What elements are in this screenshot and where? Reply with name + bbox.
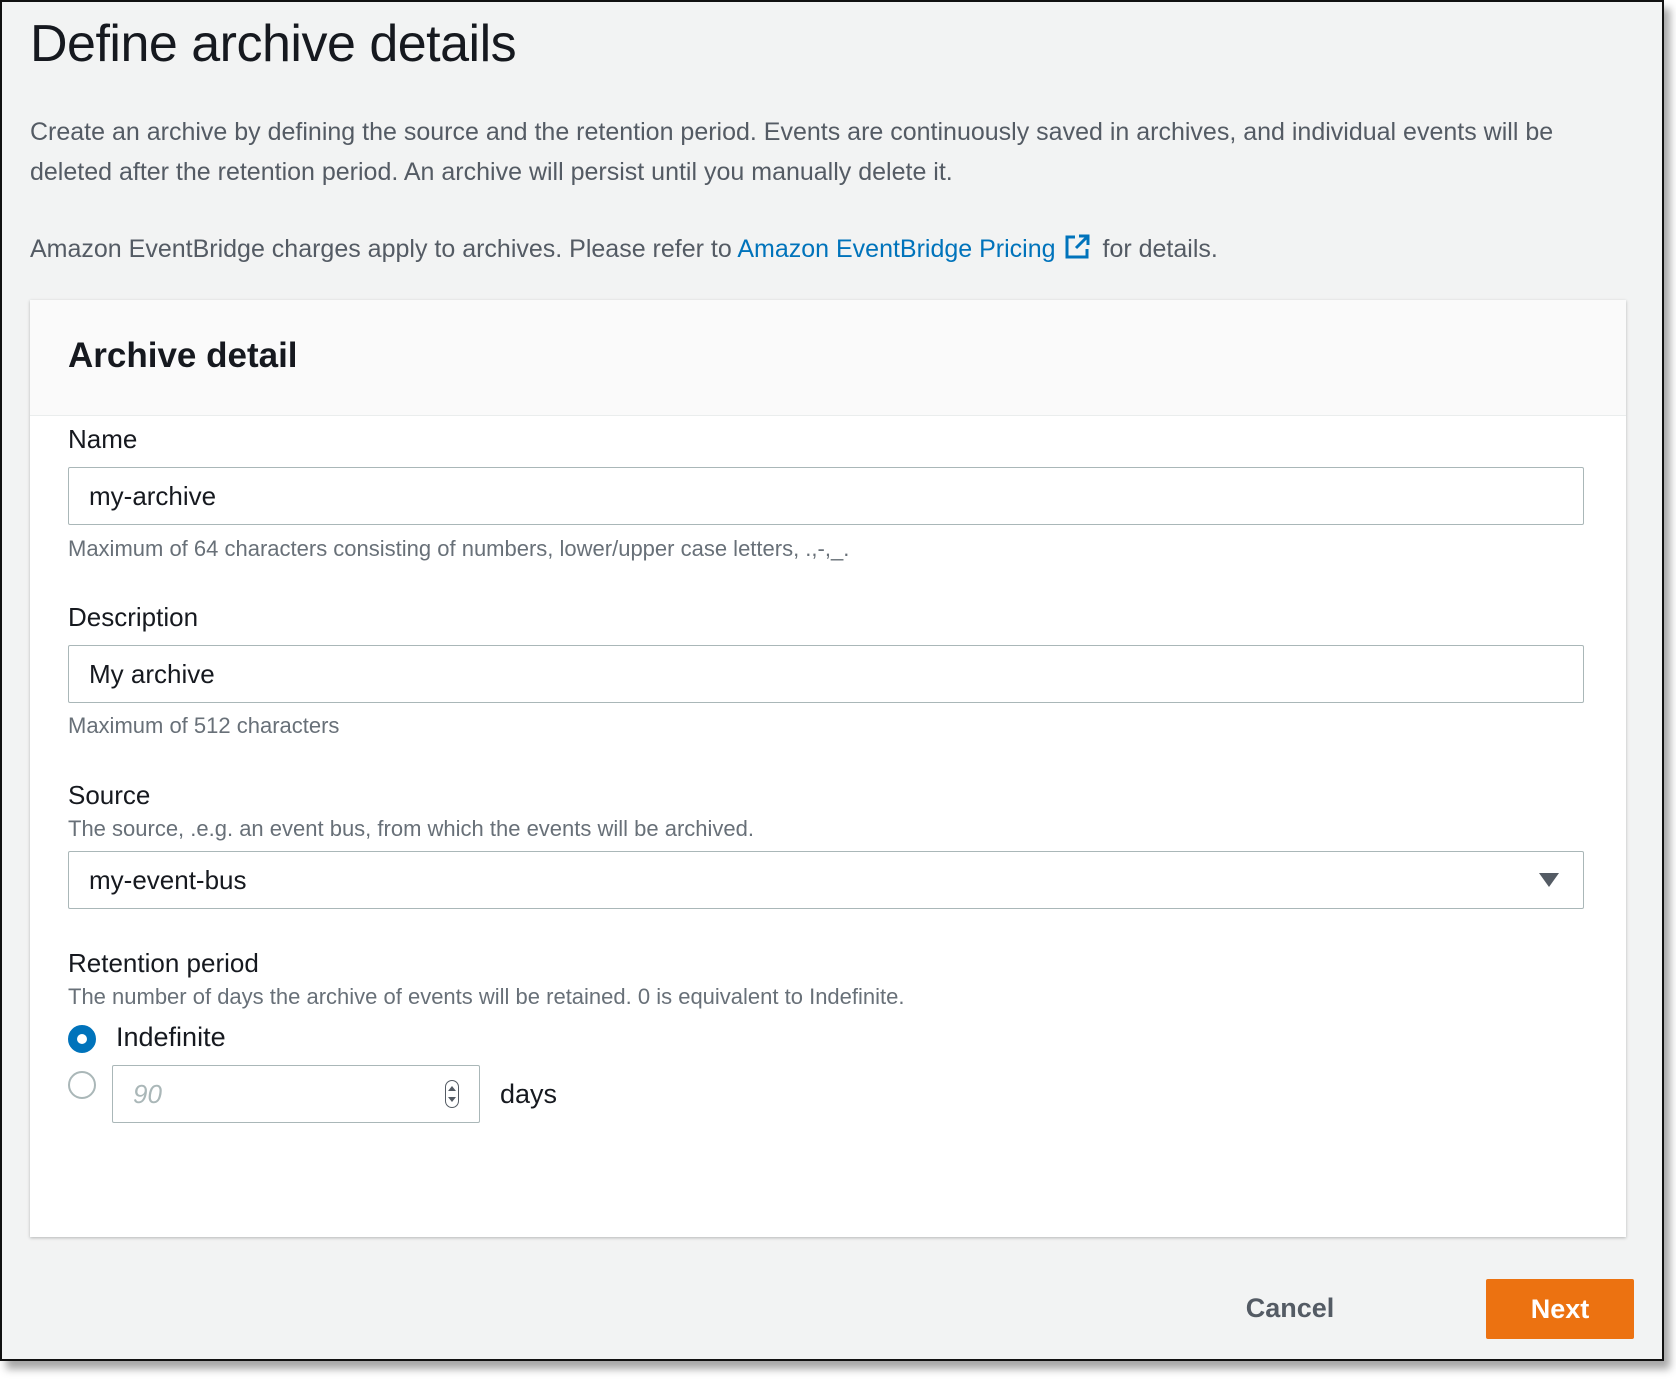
source-selected-value[interactable]: my-event-bus	[89, 865, 247, 895]
name-input[interactable]: my-archive	[68, 467, 1584, 525]
source-select[interactable]: my-event-bus	[68, 851, 1584, 909]
name-hint: Maximum of 64 characters consisting of n…	[68, 536, 850, 561]
source-label: Source	[68, 780, 151, 810]
pricing-note: Amazon EventBridge charges apply to arch…	[30, 229, 1218, 272]
pricing-link-label[interactable]: Amazon EventBridge Pricing	[737, 235, 1055, 263]
name-label: Name	[68, 424, 138, 454]
pricing-prefix: Amazon EventBridge charges apply to arch…	[30, 235, 738, 263]
pricing-suffix: for details.	[1095, 235, 1218, 263]
description-input[interactable]: My archive	[68, 645, 1584, 703]
panel-title: Archive detail	[68, 336, 298, 375]
retention-days-input[interactable]: 90	[112, 1065, 480, 1123]
retention-hint: The number of days the archive of events…	[68, 984, 905, 1009]
cancel-button[interactable]: Cancel	[1230, 1278, 1350, 1338]
number-spinner-icon[interactable]	[445, 1080, 459, 1108]
retention-days-placeholder[interactable]: 90	[133, 1079, 162, 1109]
source-hint: The source, .e.g. an event bus, from whi…	[68, 816, 755, 841]
window-frame: Define archive details Create an archive…	[0, 0, 1664, 1361]
retention-label: Retention period	[68, 948, 259, 978]
radio-indefinite[interactable]	[68, 1025, 96, 1053]
description-label: Description	[68, 602, 199, 632]
radio-days[interactable]	[68, 1071, 96, 1099]
next-button[interactable]: Next	[1486, 1279, 1634, 1339]
days-label: days	[500, 1079, 558, 1109]
description-hint: Maximum of 512 characters	[68, 713, 340, 738]
page-description: Create an archive by defining the source…	[30, 118, 1554, 186]
external-link-icon[interactable]	[1064, 232, 1090, 272]
archive-detail-panel: Archive detail Name my-archive Maximum o…	[30, 300, 1626, 1237]
panel-header: Archive detail	[30, 300, 1626, 416]
caret-down-icon[interactable]	[1539, 873, 1559, 887]
pricing-link[interactable]: Amazon EventBridge Pricing	[737, 234, 1095, 263]
page-title: Define archive details	[30, 15, 517, 73]
radio-indefinite-label[interactable]: Indefinite	[116, 1022, 226, 1053]
